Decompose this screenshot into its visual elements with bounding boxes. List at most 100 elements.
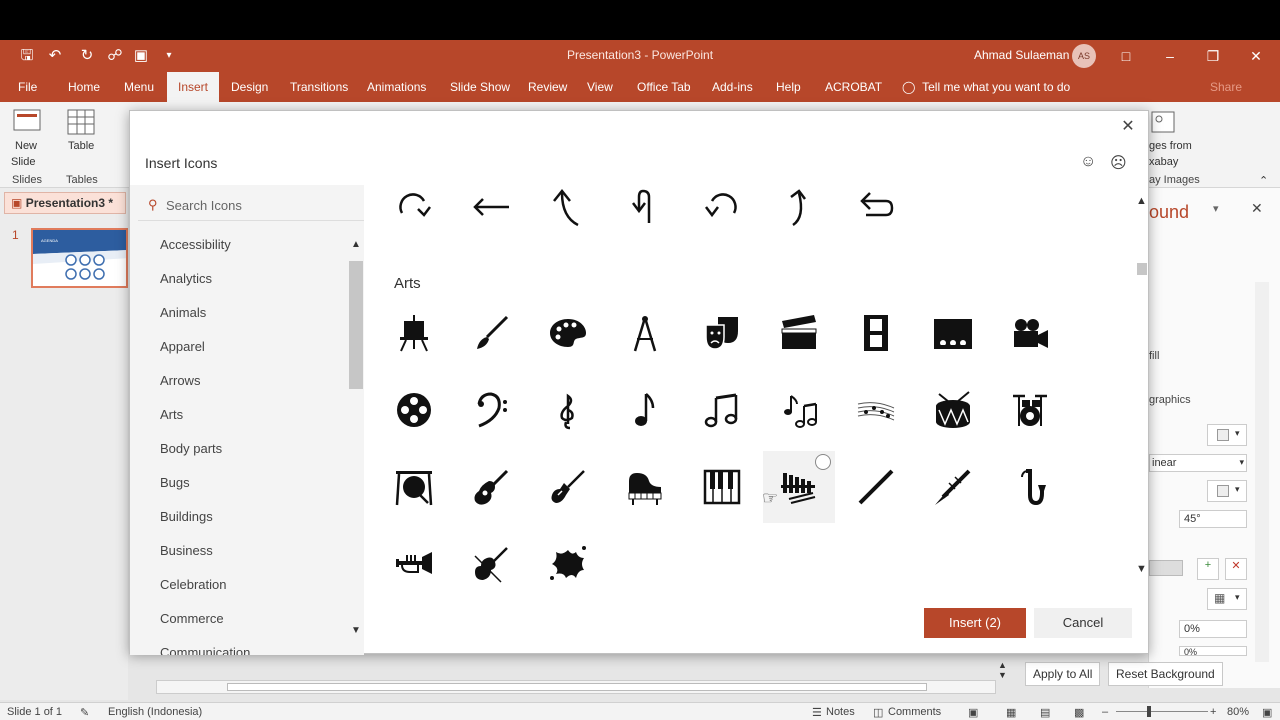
tab-menu[interactable]: Menu [124, 80, 154, 94]
slideshow-view-icon[interactable]: ▩ [1074, 706, 1084, 719]
category-scroll-up-icon[interactable]: ▲ [349, 239, 363, 250]
zoom-level[interactable]: 80% [1227, 706, 1249, 718]
icon-cell[interactable] [686, 451, 758, 523]
preset-gradient-dropdown[interactable]: ▾ [1207, 424, 1247, 446]
icon-cell[interactable] [378, 185, 450, 243]
icon-cell[interactable] [455, 374, 527, 446]
icon-cell[interactable] [994, 297, 1066, 369]
tab-animations[interactable]: Animations [367, 80, 426, 94]
icon-cell[interactable] [532, 374, 604, 446]
tab-add-ins[interactable]: Add-ins [712, 80, 753, 94]
direction-dropdown[interactable]: ▾ [1207, 480, 1247, 502]
notes-icon[interactable]: ☰ [812, 706, 822, 719]
category-apparel[interactable]: Apparel [160, 339, 205, 354]
table-label[interactable]: Table [68, 140, 94, 152]
icon-cell[interactable] [455, 185, 527, 243]
zoom-out-icon[interactable]: – [1102, 706, 1108, 718]
fit-slide-icon[interactable]: ▣ [1262, 706, 1272, 719]
new-slide-icon[interactable] [12, 108, 42, 136]
icon-cell[interactable] [532, 185, 604, 243]
icon-cell[interactable] [455, 528, 527, 593]
category-buildings[interactable]: Buildings [160, 509, 213, 524]
category-communication[interactable]: Communication [160, 645, 250, 655]
tab-transitions[interactable]: Transitions [290, 80, 348, 94]
category-analytics[interactable]: Analytics [160, 271, 212, 286]
stop-color-dropdown[interactable]: ▦ ▾ [1207, 588, 1247, 610]
icon-cell[interactable] [532, 451, 604, 523]
icon-cell[interactable] [917, 451, 989, 523]
tab-file[interactable]: File [18, 80, 37, 94]
comments-icon[interactable]: ◫ [873, 706, 883, 719]
icon-cell[interactable] [840, 451, 912, 523]
category-arrows[interactable]: Arrows [160, 373, 200, 388]
frown-feedback-icon[interactable]: ☹ [1110, 153, 1127, 173]
images-from-label[interactable]: ges from [1149, 140, 1192, 152]
tab-slide-show[interactable]: Slide Show [450, 80, 510, 94]
pane-close-icon[interactable]: ✕ [1251, 200, 1263, 217]
selection-checkbox[interactable] [815, 454, 831, 470]
comments-button[interactable]: Comments [888, 706, 941, 718]
search-box[interactable]: ⚲ [138, 189, 364, 221]
icon-cell[interactable] [378, 374, 450, 446]
icon-cell[interactable] [763, 374, 835, 446]
grid-scroll-thumb[interactable] [1137, 263, 1147, 275]
pixabay-label[interactable]: xabay [1149, 156, 1178, 168]
category-scroll-thumb[interactable] [349, 261, 363, 389]
close-window-icon[interactable]: ✕ [1246, 46, 1266, 66]
table-icon[interactable] [66, 108, 96, 136]
category-bugs[interactable]: Bugs [160, 475, 190, 490]
reading-view-icon[interactable]: ▤ [1040, 706, 1050, 719]
tab-help[interactable]: Help [776, 80, 801, 94]
horizontal-scroll-thumb[interactable] [227, 683, 927, 691]
icon-cell[interactable] [994, 374, 1066, 446]
icon-cell[interactable] [378, 451, 450, 523]
pane-scrollbar[interactable] [1255, 282, 1269, 662]
horizontal-scrollbar[interactable] [156, 680, 996, 694]
tab-insert[interactable]: Insert [167, 72, 220, 102]
icon-cell[interactable] [917, 297, 989, 369]
zoom-slider[interactable] [1116, 711, 1208, 712]
gradient-type-dropdown[interactable]: inear ▾ [1149, 454, 1247, 472]
category-animals[interactable]: Animals [160, 305, 206, 320]
icon-cell[interactable] [609, 451, 681, 523]
tab-view[interactable]: View [587, 80, 613, 94]
icon-cell[interactable] [686, 185, 758, 243]
icon-cell[interactable] [840, 185, 912, 243]
tab-home[interactable]: Home [68, 80, 100, 94]
icon-cell[interactable] [686, 374, 758, 446]
user-name[interactable]: Ahmad Sulaeman [974, 48, 1069, 62]
icon-cell[interactable] [609, 374, 681, 446]
icon-cell-selected[interactable] [763, 451, 835, 523]
icon-cell[interactable] [840, 374, 912, 446]
zoom-in-icon[interactable]: + [1210, 706, 1216, 718]
category-accessibility[interactable]: Accessibility [160, 237, 231, 252]
new-slide-label-2[interactable]: Slide [11, 156, 35, 168]
icon-cell[interactable] [532, 297, 604, 369]
grid-scroll-up-icon[interactable]: ▲ [1136, 195, 1147, 207]
pane-options-icon[interactable]: ▾ [1213, 202, 1219, 215]
avatar[interactable]: AS [1072, 44, 1096, 68]
tab-office-tab[interactable]: Office Tab [637, 80, 691, 94]
remove-gradient-stop-icon[interactable]: ✕ [1225, 558, 1247, 580]
icon-cell[interactable] [917, 374, 989, 446]
share-button[interactable]: Share [1210, 80, 1242, 94]
tab-acrobat[interactable]: ACROBAT [825, 80, 882, 94]
pixabay-images-icon[interactable] [1150, 110, 1176, 134]
transparency-input[interactable]: 0% [1179, 646, 1247, 656]
notes-button[interactable]: Notes [826, 706, 855, 718]
icon-cell[interactable] [609, 297, 681, 369]
next-slide-arrows-icon[interactable]: ▲ ▼ [998, 660, 1007, 680]
icon-cell[interactable] [840, 297, 912, 369]
icon-cell[interactable] [686, 297, 758, 369]
zoom-slider-thumb[interactable] [1147, 706, 1151, 717]
restore-icon[interactable]: ❐ [1203, 46, 1223, 66]
position-input[interactable]: 0% [1179, 620, 1247, 638]
new-slide-label[interactable]: New [15, 140, 37, 152]
category-commerce[interactable]: Commerce [160, 611, 224, 626]
slide-sorter-icon[interactable]: ▦ [1006, 706, 1016, 719]
minimize-icon[interactable]: – [1160, 46, 1180, 66]
category-business[interactable]: Business [160, 543, 213, 558]
icon-cell[interactable] [455, 297, 527, 369]
icon-cell[interactable] [378, 528, 450, 593]
spellcheck-icon[interactable]: ✎ [80, 706, 89, 719]
